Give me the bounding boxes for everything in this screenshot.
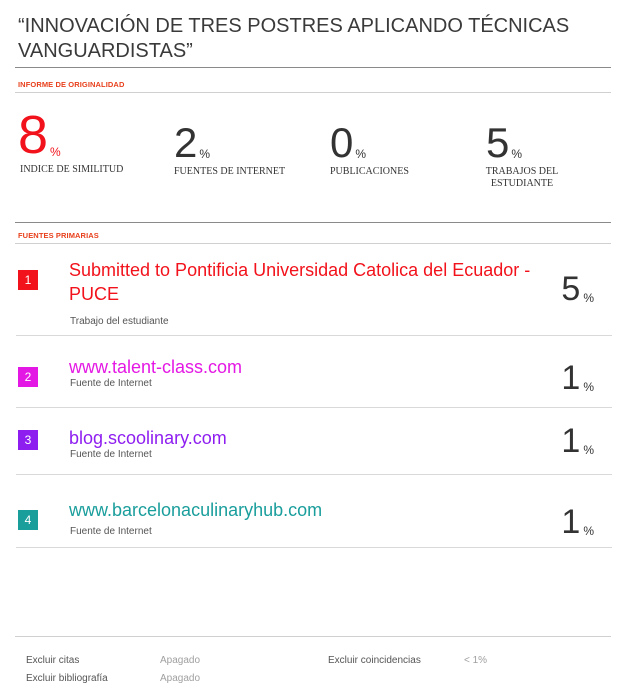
internet-sources-label: FUENTES DE INTERNET xyxy=(174,166,286,177)
row-divider xyxy=(16,407,612,408)
document-title: “INNOVACIÓN DE TRES POSTRES APLICANDO TÉ… xyxy=(18,15,570,62)
source-name-link[interactable]: blog.scoolinary.com xyxy=(69,426,227,450)
exclude-quotes-label: Excluir citas xyxy=(26,655,80,666)
source-name-link[interactable]: Submitted to Pontificia Universidad Cato… xyxy=(69,258,539,306)
similarity-index-unit: % xyxy=(50,145,61,159)
source-percent-value: 1 xyxy=(561,503,581,541)
source-type: Fuente de Internet xyxy=(70,526,152,537)
divider xyxy=(15,67,611,68)
exclude-bibliography-value: Apagado xyxy=(160,673,201,684)
publications-label: PUBLICACIONES xyxy=(330,166,409,177)
internet-sources-value: 2 xyxy=(174,119,198,166)
source-percent-unit: % xyxy=(583,524,594,538)
source-percent: 1 % xyxy=(561,361,594,395)
source-rank-badge: 3 xyxy=(18,430,38,450)
student-papers-stat: 5 % TRABAJOS DEL ESTUDIANTE xyxy=(472,108,582,190)
source-percent-unit: % xyxy=(583,443,594,457)
row-divider xyxy=(16,474,612,475)
source-percent-unit: % xyxy=(583,291,594,305)
source-type: Fuente de Internet xyxy=(70,378,152,389)
similarity-index-value: 8 xyxy=(18,105,49,165)
source-rank-badge: 2 xyxy=(18,367,38,387)
student-papers-label: TRABAJOS DEL ESTUDIANTE xyxy=(485,166,559,189)
footer-divider xyxy=(15,636,611,637)
source-percent: 1 % xyxy=(561,505,594,539)
publications-value: 0 xyxy=(330,119,354,166)
row-divider xyxy=(16,335,612,336)
divider xyxy=(15,222,611,223)
row-divider xyxy=(16,547,612,548)
exclude-matches-label: Excluir coincidencias xyxy=(328,655,421,666)
source-type: Trabajo del estudiante xyxy=(70,316,169,327)
publications-stat: 0 % PUBLICACIONES xyxy=(330,108,409,178)
source-percent-value: 1 xyxy=(561,422,581,460)
source-percent-unit: % xyxy=(583,380,594,394)
divider xyxy=(15,243,611,244)
internet-sources-unit: % xyxy=(199,147,211,161)
similarity-index-stat: 8 % INDICE DE SIMILITUD xyxy=(18,106,123,176)
originality-report-label: INFORME DE ORIGINALIDAD xyxy=(18,80,125,89)
similarity-index-label: INDICE DE SIMILITUD xyxy=(20,164,124,175)
exclude-matches-value: < 1% xyxy=(464,655,488,666)
source-rank-badge: 1 xyxy=(18,270,38,290)
source-percent: 1 % xyxy=(561,424,594,458)
source-type: Fuente de Internet xyxy=(70,449,152,460)
exclude-quotes-value: Apagado xyxy=(160,655,201,666)
source-percent-value: 5 xyxy=(561,270,581,308)
source-name-link[interactable]: www.talent-class.com xyxy=(69,355,242,379)
internet-sources-stat: 2 % FUENTES DE INTERNET xyxy=(174,108,285,178)
student-papers-value: 5 xyxy=(486,119,510,166)
student-papers-unit: % xyxy=(511,147,523,161)
divider xyxy=(15,92,611,93)
primary-sources-label: FUENTES PRIMARIAS xyxy=(18,231,99,240)
source-name-link[interactable]: www.barcelonaculinaryhub.com xyxy=(69,498,322,522)
publications-unit: % xyxy=(355,147,367,161)
exclude-bibliography-label: Excluir bibliografía xyxy=(26,673,108,684)
source-percent: 5 % xyxy=(561,272,594,306)
source-percent-value: 1 xyxy=(561,359,581,397)
source-rank-badge: 4 xyxy=(18,510,38,530)
